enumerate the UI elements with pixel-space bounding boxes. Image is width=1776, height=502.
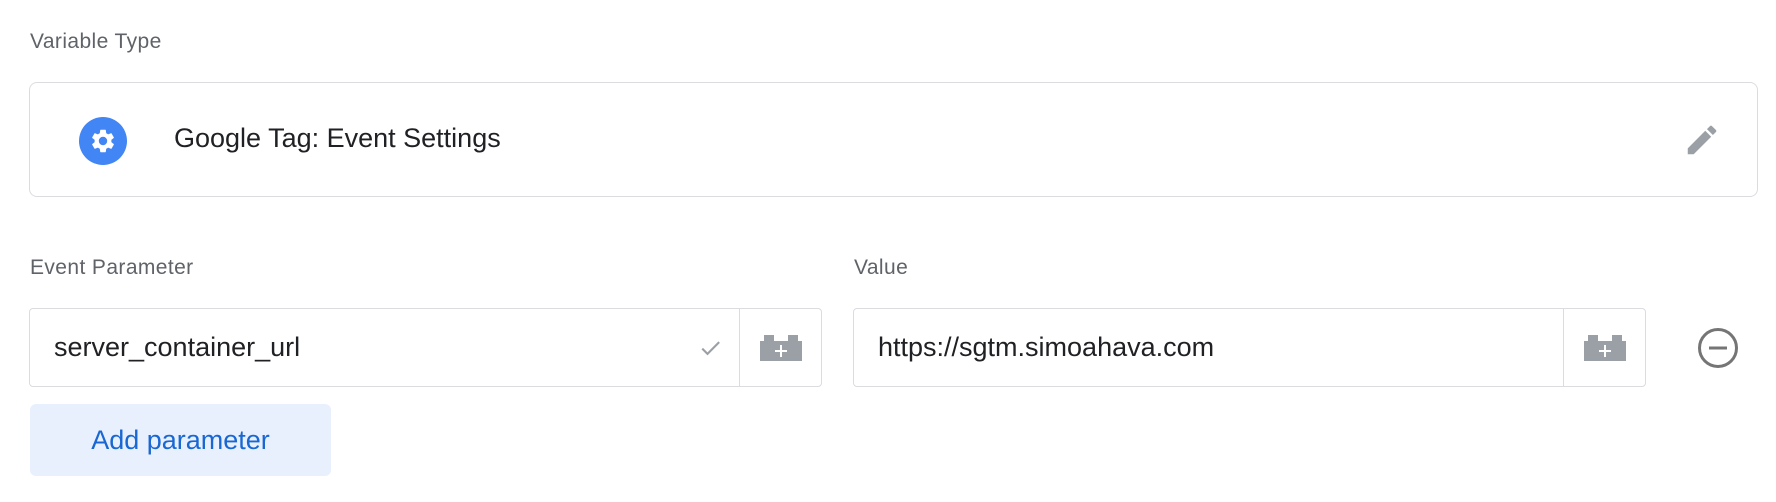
column-label-value: Value: [854, 256, 909, 279]
section-label-variable-type: Variable Type: [30, 30, 162, 53]
variable-picker-button[interactable]: [1563, 309, 1645, 386]
value-input[interactable]: [854, 309, 1563, 386]
variable-picker-button[interactable]: [739, 309, 821, 386]
variable-type-name: Google Tag: Event Settings: [174, 123, 501, 153]
lego-brick-plus-icon: [759, 334, 802, 361]
pencil-icon[interactable]: [1683, 121, 1721, 159]
variable-type-card[interactable]: Google Tag: Event Settings: [29, 82, 1758, 197]
lego-brick-plus-icon: [1583, 334, 1626, 361]
value-field: [853, 308, 1646, 387]
minus-circle-icon[interactable]: [1697, 327, 1739, 369]
event-parameter-input[interactable]: [30, 309, 683, 386]
event-parameter-field: [29, 308, 822, 387]
add-parameter-button[interactable]: Add parameter: [30, 404, 331, 476]
check-icon: [683, 309, 739, 386]
gear-icon: [79, 117, 127, 165]
column-label-event-parameter: Event Parameter: [30, 256, 194, 279]
